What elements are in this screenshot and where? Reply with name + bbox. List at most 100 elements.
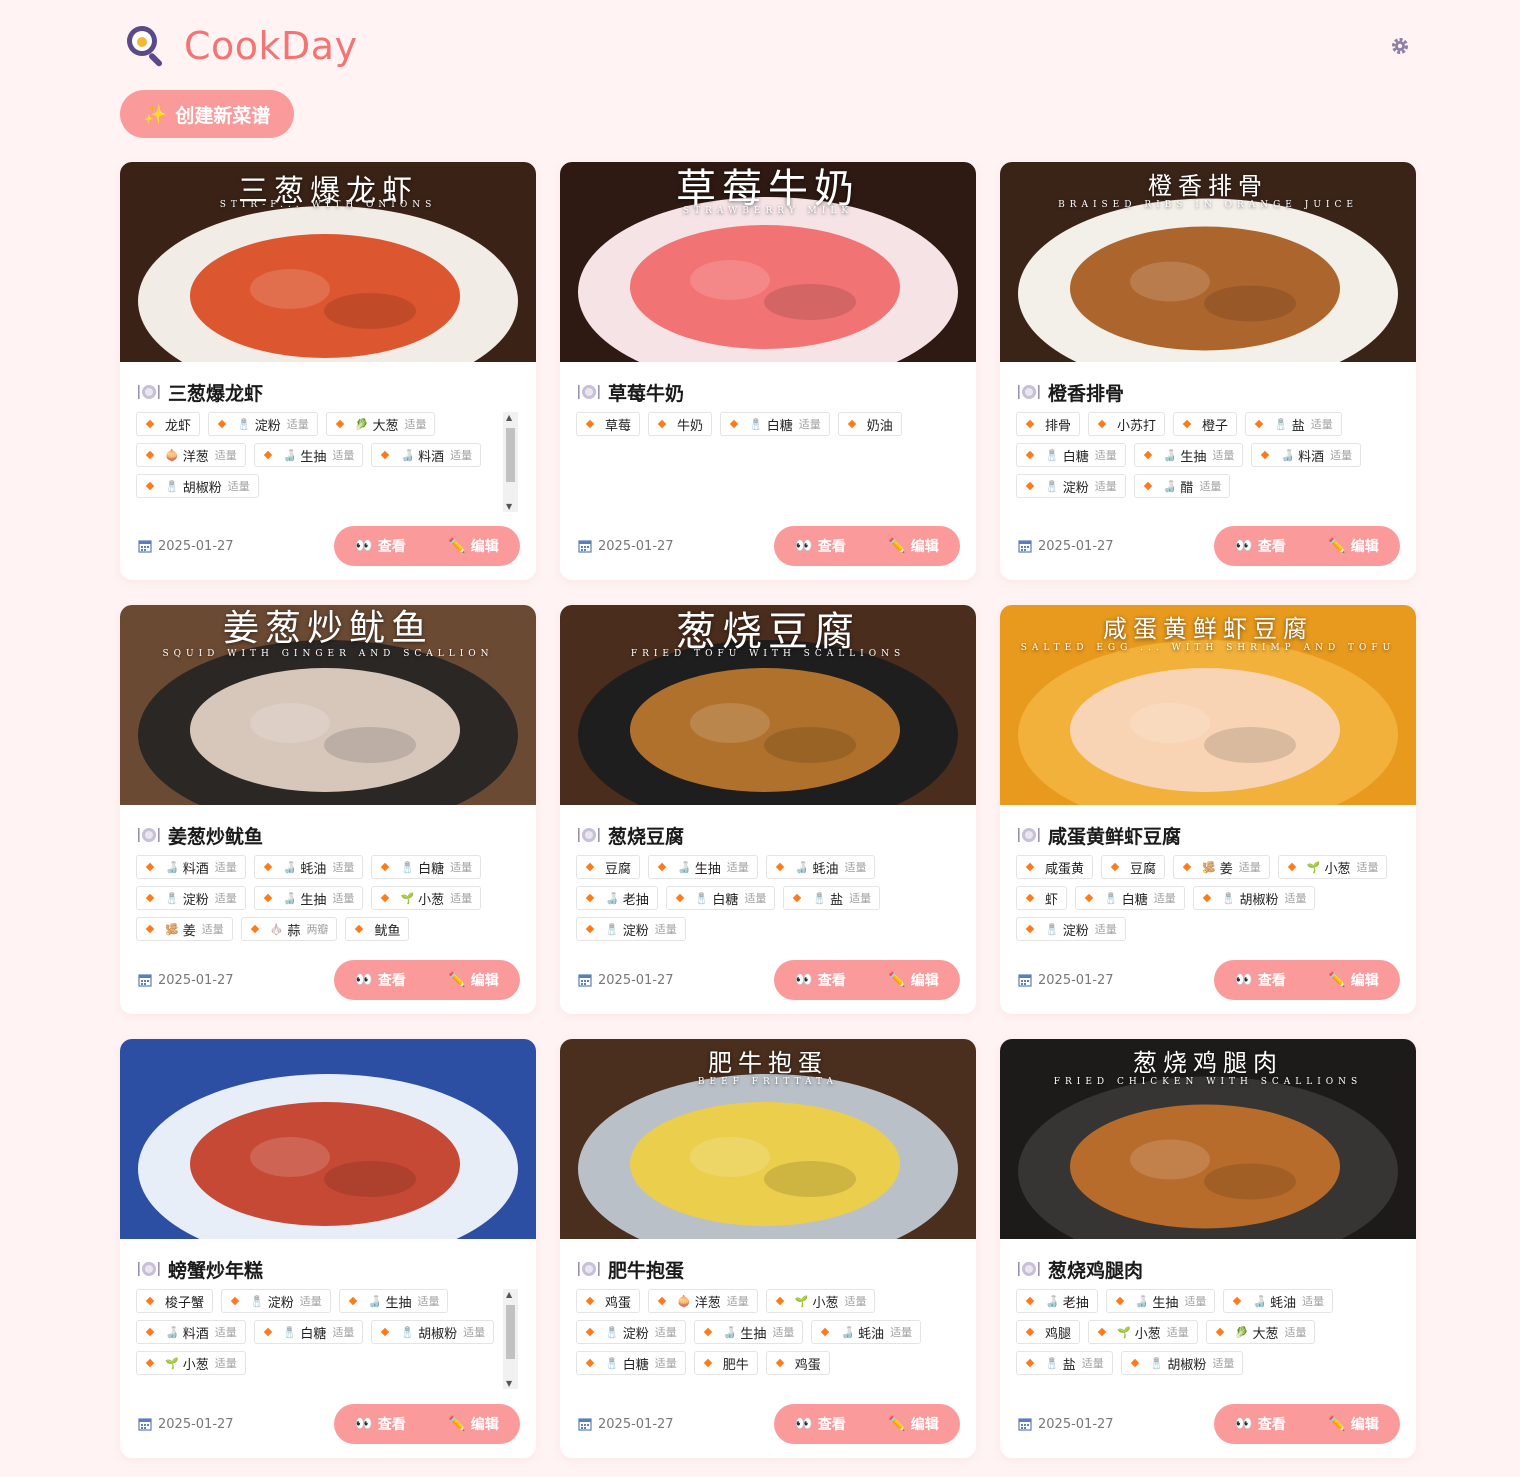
recipe-name: 肥牛抱蛋 [608, 1259, 685, 1282]
ingredient-section: 龙虾 🧂 淀粉 适量 🥬 大葱 适量 🧅 洋葱 适量 🍶 生抽 适量 🍶 料酒 适量 🧂 胡椒粉 适量 ▲ ▼ [136, 412, 518, 512]
ingredient-amount: 两瓣 [306, 923, 329, 936]
ingredient-amount: 适量 [450, 861, 473, 874]
ingredient-name: 老抽 [1062, 1295, 1089, 1311]
ingredient-tag: 虾 [1016, 886, 1068, 910]
recipe-card[interactable]: 橙香排骨 Braised Ribs in Orange Juice 橙香排骨 排骨小… [1000, 162, 1416, 580]
ingredient-name: 白糖 [622, 1357, 649, 1373]
view-button[interactable]: 👀 查看 [774, 1404, 867, 1444]
view-button[interactable]: 👀 查看 [774, 960, 867, 1000]
ingredient-amount: 适量 [844, 1295, 867, 1308]
recipe-photo[interactable]: 葱烧鸡腿肉 Fried Chicken With Scallions [1000, 1039, 1416, 1239]
recipe-card[interactable]: 三葱爆龙虾 Stir-F... With Onions 三葱爆龙虾龙虾 🧂 淀粉 适量 🥬… [120, 162, 536, 580]
ingredient-name: 生抽 [694, 861, 721, 877]
diamond-bullet-icon [1025, 862, 1035, 872]
view-button[interactable]: 👀 查看 [334, 526, 427, 566]
view-label: 查看 [377, 973, 406, 989]
recipe-card[interactable]: 肥牛抱蛋 Beef Frittata 肥牛抱蛋 鸡蛋 🧅 洋葱 适量 🌱 小葱 适量 🧂 淀粉 适量 🍶… [560, 1039, 976, 1458]
ingredient-list: 鸡蛋 🧅 洋葱 适量 🌱 小葱 适量 🧂 淀粉 适量 🍶 生抽 适量 🍶 蚝油 适量 🧂 白糖 适量 肥牛 鸡蛋 [576, 1289, 958, 1375]
scrollbar-thumb[interactable] [506, 428, 515, 482]
recipe-photo[interactable]: 三葱爆龙虾 Stir-F... With Onions [120, 162, 536, 362]
diamond-bullet-icon [1143, 450, 1152, 460]
ingredient-tag: 🧂 胡椒粉 适量 [136, 474, 259, 498]
edit-button[interactable]: ✏️ 编辑 [1307, 1404, 1400, 1444]
scroll-up-icon[interactable]: ▲ [506, 1290, 512, 1299]
ingredient-name: 鸡蛋 [605, 1295, 632, 1311]
ingredient-amount: 适量 [849, 892, 872, 905]
recipe-card[interactable]: 螃蟹炒年糕 梭子蟹 🧂 淀粉 适量 🍶 生抽 适量 🍶 料酒 适量 🧂 白糖 适量 🧂 胡椒粉 适量 🌱 小葱 适量 ▲… [120, 1039, 536, 1458]
view-button[interactable]: 👀 查看 [1214, 1404, 1307, 1444]
ingredient-amount: 适量 [1356, 861, 1379, 874]
recipe-card[interactable]: 草莓牛奶 Strawberry Milk 草莓牛奶 草莓 牛奶 🧂 白糖 适量 奶油 2025… [560, 162, 976, 580]
edit-button[interactable]: ✏️ 编辑 [867, 1404, 960, 1444]
recipe-date: 2025-01-27 [578, 973, 674, 988]
ingredient-name: 虾 [1045, 892, 1059, 908]
eyes-icon: 👀 [355, 538, 373, 554]
pencil-icon: ✏️ [448, 538, 466, 554]
card-actions: 👀 查看 ✏️ 编辑 [334, 1404, 520, 1444]
recipe-card[interactable]: 葱烧豆腐 Fried Tofu With Scallions 葱烧豆腐 豆腐 🍶 生抽适… [560, 605, 976, 1014]
recipe-date-text: 2025-01-27 [158, 1416, 234, 1432]
ingredient-name: 生抽 [740, 1326, 767, 1342]
ingredient-scrollbar[interactable]: ▲ ▼ [503, 412, 518, 512]
ingredient-tag: 🍶 料酒 适量 [1251, 443, 1362, 467]
recipe-name: 三葱爆龙虾 [168, 382, 264, 405]
ingredient-name: 老抽 [622, 892, 649, 908]
recipe-photo[interactable]: 葱烧豆腐 Fried Tofu With Scallions [560, 605, 976, 805]
ingredient-icon: 🧂 [605, 922, 619, 936]
view-button[interactable]: 👀 查看 [1214, 960, 1307, 1000]
recipe-date-text: 2025-01-27 [158, 972, 234, 988]
diamond-bullet-icon [703, 1327, 712, 1337]
calendar-icon [138, 540, 152, 553]
edit-button[interactable]: ✏️ 编辑 [427, 526, 520, 566]
ingredient-list[interactable]: 龙虾 🧂 淀粉 适量 🥬 大葱 适量 🧅 洋葱 适量 🍶 生抽 适量 🍶 料酒 适量 🧂 胡椒粉 适量 [136, 412, 518, 512]
edit-button[interactable]: ✏️ 编辑 [427, 1404, 520, 1444]
ingredient-name: 胡椒粉 [182, 480, 222, 496]
calendar-icon [578, 540, 592, 553]
recipe-photo[interactable]: 草莓牛奶 Strawberry Milk [560, 162, 976, 362]
recipe-card[interactable]: 葱烧鸡腿肉 Fried Chicken With Scallions 葱烧鸡腿肉 🍶… [1000, 1039, 1416, 1458]
pencil-icon: ✏️ [448, 1416, 466, 1432]
view-button[interactable]: 👀 查看 [334, 1404, 427, 1444]
diamond-bullet-icon [847, 419, 856, 429]
ingredient-amount: 适量 [798, 418, 821, 431]
recipe-card[interactable]: 咸蛋黄鲜虾豆腐 Salted Egg ... With Shrimp And To… [1000, 605, 1416, 1014]
scroll-up-icon[interactable]: ▲ [506, 413, 512, 422]
recipe-card[interactable]: 姜葱炒鱿鱼 Squid With Ginger And Scallion 姜葱炒鱿… [120, 605, 536, 1014]
diamond-bullet-icon [585, 893, 595, 903]
diamond-bullet-icon [1143, 481, 1152, 491]
recipe-photo[interactable] [120, 1039, 536, 1239]
photo-subtitle-text: Strawberry Milk [682, 206, 854, 216]
photo-subtitle-text: Salted Egg ... With Shrimp And Tofu [1020, 643, 1396, 653]
edit-button[interactable]: ✏️ 编辑 [427, 960, 520, 1000]
gear-icon[interactable] [1390, 36, 1410, 56]
ingredient-list[interactable]: 梭子蟹 🧂 淀粉 适量 🍶 生抽 适量 🍶 料酒 适量 🧂 白糖 适量 🧂 胡椒粉 适量 🌱 小葱 适量 [136, 1289, 518, 1389]
scrollbar-thumb[interactable] [506, 1305, 515, 1359]
view-button[interactable]: 👀 查看 [334, 960, 427, 1000]
edit-button[interactable]: ✏️ 编辑 [867, 526, 960, 566]
recipe-photo[interactable]: 咸蛋黄鲜虾豆腐 Salted Egg ... With Shrimp And To… [1000, 605, 1416, 805]
diamond-bullet-icon [1025, 893, 1035, 903]
eyes-icon: 👀 [795, 538, 813, 554]
recipe-photo[interactable]: 姜葱炒鱿鱼 Squid With Ginger And Scallion [120, 605, 536, 805]
photo-subtitle-text: Beef Frittata [697, 1077, 839, 1087]
scroll-down-icon[interactable]: ▼ [506, 502, 512, 511]
scroll-down-icon[interactable]: ▼ [506, 1379, 512, 1388]
ingredient-section: 豆腐 🍶 生抽 适量 🍶 蚝油 适量 🍶 老抽 🧂 白糖 适量 🧂 盐适量 🧂 淀粉 适量 [576, 855, 958, 941]
create-recipe-button[interactable]: ✨ 创建新菜谱 [120, 90, 294, 138]
ingredient-section: 梭子蟹 🧂 淀粉 适量 🍶 生抽 适量 🍶 料酒 适量 🧂 白糖 适量 🧂 胡椒粉 适量 🌱 小葱 适量 ▲ ▼ [136, 1289, 518, 1389]
edit-button[interactable]: ✏️ 编辑 [1307, 526, 1400, 566]
ingredient-icon: 🥬 [354, 417, 369, 431]
ingredient-name: 白糖 [1062, 449, 1089, 465]
view-button[interactable]: 👀 查看 [1214, 526, 1307, 566]
edit-button[interactable]: ✏️ 编辑 [1307, 960, 1400, 1000]
ingredient-scrollbar[interactable]: ▲ ▼ [503, 1289, 518, 1389]
ingredient-name: 小葱 [1324, 861, 1351, 877]
ingredient-amount: 适量 [1153, 892, 1176, 905]
ingredient-icon: 🧂 [1221, 891, 1236, 905]
view-button[interactable]: 👀 查看 [774, 526, 867, 566]
recipe-photo[interactable]: 肥牛抱蛋 Beef Frittata [560, 1039, 976, 1239]
recipe-photo[interactable]: 橙香排骨 Braised Ribs in Orange Juice [1000, 162, 1416, 362]
plate-icon [1018, 828, 1040, 842]
edit-button[interactable]: ✏️ 编辑 [867, 960, 960, 1000]
calendar-icon [1018, 1418, 1032, 1431]
